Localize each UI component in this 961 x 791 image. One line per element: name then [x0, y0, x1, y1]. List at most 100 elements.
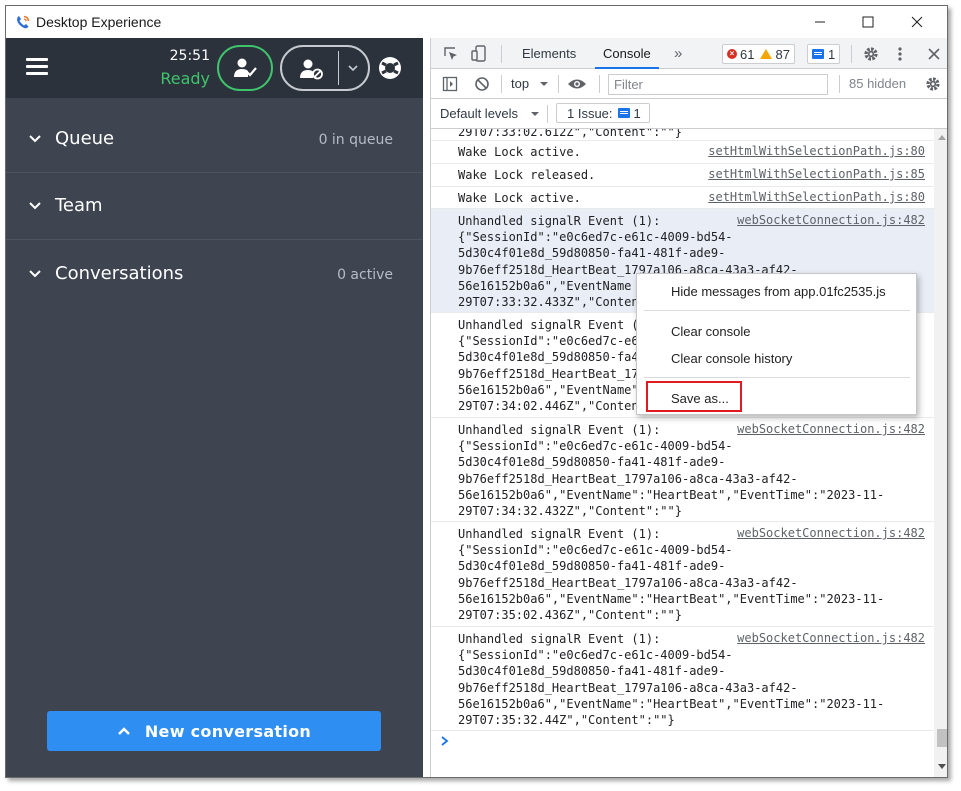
agent-status: Ready — [160, 69, 210, 88]
button-divider — [338, 51, 339, 85]
console-row[interactable]: Unhandled signalR Event (1): {"SessionId… — [431, 418, 934, 522]
clear-console-icon[interactable] — [474, 76, 490, 92]
toolbar-divider — [558, 75, 559, 93]
settings-gear-icon[interactable] — [863, 46, 879, 62]
devtools-tabbar: Elements Console » × 61 87 1 — [431, 38, 947, 69]
close-icon — [911, 16, 923, 28]
console-log[interactable]: 29T07:33:02.612Z","Content":""} Wake Loc… — [431, 129, 934, 777]
hide-messages-menu-item[interactable]: Hide messages from app.01fc2535.js — [671, 284, 886, 299]
help-lifebuoy-icon[interactable] — [377, 55, 403, 81]
console-row[interactable]: Wake Lock released. setHtmlWithSelection… — [431, 164, 934, 187]
conversations-section[interactable]: Conversations 0 active — [6, 241, 423, 308]
console-message: Wake Lock released. — [458, 168, 596, 182]
new-conversation-label: New conversation — [144, 721, 312, 741]
issue-message-icon — [617, 108, 630, 118]
kebab-menu-icon[interactable] — [897, 46, 903, 62]
console-message: Unhandled signalR Event ( {"SessionId":"… — [458, 318, 646, 414]
console-row[interactable]: 29T07:33:02.612Z","Content":""} — [431, 129, 934, 141]
agent-header: 25:51 Ready — [6, 38, 423, 98]
live-expression-eye-icon[interactable] — [567, 77, 587, 91]
toolbar-divider — [501, 45, 502, 63]
not-ready-button[interactable] — [280, 45, 370, 91]
conversations-count: 0 active — [337, 267, 393, 283]
queue-label: Queue — [55, 128, 115, 149]
phone-logo-icon — [17, 15, 30, 29]
inspect-element-icon[interactable] — [443, 46, 459, 62]
console-source-link[interactable]: setHtmlWithSelectionPath.js:85 — [708, 167, 925, 181]
console-source-link[interactable]: setHtmlWithSelectionPath.js:80 — [708, 190, 925, 204]
more-tabs-button[interactable]: » — [674, 38, 682, 69]
warning-count: 87 — [775, 46, 790, 62]
clear-console-history-menu-item[interactable]: Clear console history — [671, 351, 792, 366]
device-toggle-icon[interactable] — [471, 45, 487, 63]
user-check-icon — [234, 58, 257, 77]
console-row[interactable]: Wake Lock active. setHtmlWithSelectionPa… — [431, 187, 934, 209]
window-title: Desktop Experience — [36, 14, 162, 30]
clear-console-menu-item[interactable]: Clear console — [671, 324, 751, 339]
menu-icon[interactable] — [26, 58, 48, 76]
close-devtools-icon[interactable] — [928, 48, 940, 60]
console-message: Unhandled signalR Event (1): {"SessionId… — [458, 632, 885, 728]
console-message: 29T07:33:02.612Z","Content":""} — [458, 129, 682, 139]
team-label: Team — [55, 195, 103, 216]
error-warning-counter[interactable]: × 61 87 — [722, 44, 795, 64]
warning-icon — [760, 49, 773, 59]
hidden-count: 85 hidden — [849, 76, 907, 91]
tab-console[interactable]: Console — [595, 38, 659, 69]
maximize-icon — [862, 16, 874, 28]
team-section[interactable]: Team — [6, 173, 423, 240]
console-message: Unhandled signalR Event (1): {"SessionId… — [458, 527, 885, 623]
queue-count: 0 in queue — [318, 132, 393, 148]
toolbar-divider — [547, 105, 548, 123]
title-bar: Desktop Experience — [6, 6, 947, 38]
console-source-link[interactable]: setHtmlWithSelectionPath.js:80 — [708, 144, 925, 158]
toolbar-divider — [851, 45, 852, 63]
console-message: Unhandled signalR Event (1): {"SessionId… — [458, 423, 885, 519]
ready-button[interactable] — [217, 45, 273, 91]
message-counter[interactable]: 1 — [807, 44, 841, 64]
toolbar-divider — [501, 75, 502, 93]
console-levels-bar: Default levels 1 Issue: 1 — [431, 99, 947, 129]
new-conversation-button[interactable]: New conversation — [47, 711, 381, 751]
scroll-up-icon[interactable] — [938, 134, 946, 140]
status-timer: 25:51 — [169, 48, 210, 64]
maximize-button[interactable] — [844, 6, 892, 38]
dropdown-arrow-icon[interactable] — [539, 79, 549, 89]
scroll-thumb[interactable] — [937, 729, 947, 747]
dropdown-arrow-icon[interactable] — [530, 109, 540, 119]
tab-elements[interactable]: Elements — [522, 38, 576, 69]
minimize-button[interactable] — [796, 6, 844, 38]
close-button[interactable] — [893, 6, 941, 38]
message-count: 1 — [828, 46, 836, 62]
chevron-down-icon — [29, 135, 41, 143]
console-row[interactable]: Unhandled signalR Event (1): {"SessionId… — [431, 522, 934, 627]
console-prompt-icon[interactable] — [440, 735, 450, 747]
menu-separator — [644, 377, 910, 378]
console-scrollbar[interactable] — [934, 129, 947, 777]
issues-button[interactable]: 1 Issue: 1 — [556, 103, 650, 123]
console-context-menu: Hide messages from app.01fc2535.js Clear… — [636, 273, 917, 415]
console-row[interactable]: Wake Lock active. setHtmlWithSelectionPa… — [431, 141, 934, 164]
console-source-link[interactable]: webSocketConnection.js:482 — [737, 631, 925, 645]
default-levels-dropdown[interactable]: Default levels — [440, 106, 518, 121]
console-source-link[interactable]: webSocketConnection.js:482 — [737, 213, 925, 227]
agent-panel: 25:51 Ready Queue 0 in queue Team Conver… — [6, 38, 423, 777]
chevron-up-icon — [118, 727, 130, 735]
console-source-link[interactable]: webSocketConnection.js:482 — [737, 526, 925, 540]
filter-input[interactable]: Filter — [608, 74, 828, 95]
console-settings-gear-icon[interactable] — [925, 76, 941, 92]
minimize-icon — [815, 21, 825, 23]
chevron-down-icon — [29, 202, 41, 210]
sidebar-toggle-icon[interactable] — [442, 76, 458, 92]
scroll-down-icon[interactable] — [938, 764, 946, 770]
chevron-down-icon[interactable] — [346, 61, 360, 75]
console-toolbar: top Filter 85 hidden — [431, 69, 947, 99]
error-icon: × — [727, 49, 737, 59]
error-count: 61 — [740, 46, 755, 62]
toolbar-divider — [839, 75, 840, 93]
queue-section[interactable]: Queue 0 in queue — [6, 106, 423, 173]
context-selector[interactable]: top — [511, 76, 529, 91]
user-block-icon — [300, 59, 323, 80]
console-row[interactable]: Unhandled signalR Event (1): {"SessionId… — [431, 627, 934, 731]
console-source-link[interactable]: webSocketConnection.js:482 — [737, 422, 925, 436]
